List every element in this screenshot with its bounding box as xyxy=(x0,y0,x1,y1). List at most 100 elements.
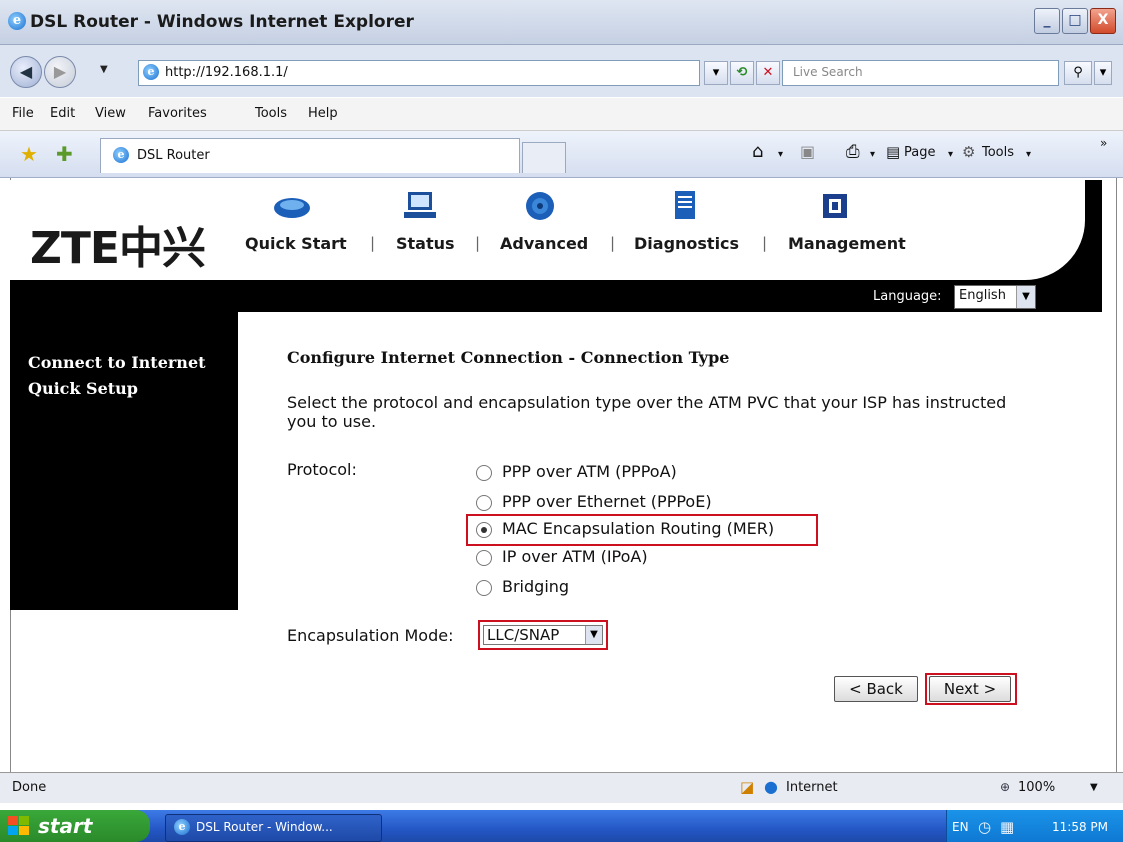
nav-separator: | xyxy=(475,234,481,252)
management-icon[interactable] xyxy=(815,188,855,224)
next-button[interactable]: Next > xyxy=(929,676,1011,702)
close-button[interactable]: X xyxy=(1090,8,1116,34)
windows-logo-icon xyxy=(8,816,30,836)
tools-menu[interactable]: Tools xyxy=(982,145,1014,160)
address-field[interactable]: e http://192.168.1.1/ xyxy=(138,60,700,86)
status-bar xyxy=(0,772,1123,803)
status-text: Done xyxy=(12,780,47,795)
new-tab-button[interactable] xyxy=(522,142,566,173)
zoom-icon: ⊕ xyxy=(1000,780,1011,794)
nav-management[interactable]: Management xyxy=(788,234,906,253)
zoom-level[interactable]: 100% xyxy=(1018,780,1055,795)
nav-diagnostics[interactable]: Diagnostics xyxy=(634,234,739,253)
radio-pppoe-label[interactable]: PPP over Ethernet (PPPoE) xyxy=(502,492,712,511)
quick-start-icon[interactable] xyxy=(272,188,312,224)
window-title: DSL Router - Windows Internet Explorer xyxy=(30,12,414,32)
tab-title: DSL Router xyxy=(137,148,210,163)
home-icon[interactable]: ⌂ xyxy=(752,141,763,162)
zte-logo: ZTE中兴 xyxy=(30,223,206,274)
radio-bridging-label[interactable]: Bridging xyxy=(502,577,569,596)
taskbar-item-ie[interactable]: e DSL Router - Window... xyxy=(165,814,382,842)
diagnostics-icon[interactable] xyxy=(665,188,705,224)
language-label: Language: xyxy=(873,289,942,304)
page-description: Select the protocol and encapsulation ty… xyxy=(287,393,1007,431)
radio-bridging[interactable] xyxy=(476,580,492,596)
encapsulation-label: Encapsulation Mode: xyxy=(287,626,454,645)
chevron-down-icon[interactable]: ▼ xyxy=(1016,286,1035,308)
ie-icon: e xyxy=(174,819,190,835)
security-zone: Internet xyxy=(786,780,838,795)
menu-favorites[interactable]: Favorites xyxy=(148,106,207,121)
search-icon[interactable]: ⚲ xyxy=(1064,61,1092,85)
favorites-star-icon[interactable]: ★ xyxy=(20,142,38,166)
menu-help[interactable]: Help xyxy=(308,106,338,121)
print-icon[interactable]: ⎙ xyxy=(846,142,860,162)
page-menu[interactable]: Page xyxy=(904,145,935,160)
nav-separator: | xyxy=(610,234,616,252)
tab-dsl-router[interactable]: e DSL Router xyxy=(100,138,520,173)
search-placeholder: Live Search xyxy=(793,65,863,79)
nav-separator: | xyxy=(762,234,768,252)
page-dropdown-icon[interactable]: ▾ xyxy=(948,149,953,160)
title-bar: e DSL Router - Windows Internet Explorer… xyxy=(0,0,1123,45)
nav-status[interactable]: Status xyxy=(396,234,455,253)
protected-mode-icon: ◪ xyxy=(740,778,755,796)
maximize-button[interactable]: □ xyxy=(1062,8,1088,34)
language-indicator[interactable]: EN xyxy=(952,820,969,834)
start-label: start xyxy=(38,814,93,838)
encapsulation-highlight-box: LLC/SNAP ▼ xyxy=(478,620,608,650)
page-title: Configure Internet Connection - Connecti… xyxy=(287,348,730,367)
globe-icon: ● xyxy=(764,777,778,796)
clock-time: 11:58 PM xyxy=(1052,820,1108,834)
radio-pppoe[interactable] xyxy=(476,495,492,511)
radio-mer-label[interactable]: MAC Encapsulation Routing (MER) xyxy=(502,519,774,538)
language-value: English xyxy=(959,288,1006,303)
search-input[interactable]: Live Search xyxy=(782,60,1059,86)
url-text: http://192.168.1.1/ xyxy=(165,65,288,80)
minimize-button[interactable]: _ xyxy=(1034,8,1060,34)
nav-advanced[interactable]: Advanced xyxy=(500,234,588,253)
radio-ipoa-label[interactable]: IP over ATM (IPoA) xyxy=(502,547,648,566)
toolbar-overflow-icon[interactable]: » xyxy=(1100,136,1107,150)
back-nav-button[interactable]: ◀ xyxy=(10,56,42,88)
clock-icon[interactable]: ◷ xyxy=(978,818,991,836)
network-icon[interactable]: ▦ xyxy=(1000,818,1014,836)
ie-icon: e xyxy=(8,12,26,30)
sidebar-link-quick-setup[interactable]: Connect to Internet Quick Setup xyxy=(28,350,228,402)
zoom-dropdown-icon[interactable]: ▼ xyxy=(1090,782,1098,793)
taskbar-item-label: DSL Router - Window... xyxy=(196,820,333,834)
menu-tools[interactable]: Tools xyxy=(255,106,287,121)
stop-icon[interactable]: ✕ xyxy=(756,61,780,85)
advanced-icon[interactable] xyxy=(520,188,560,224)
protocol-label: Protocol: xyxy=(287,460,357,479)
feeds-icon[interactable]: ▣ xyxy=(800,142,815,161)
radio-pppoa-label[interactable]: PPP over ATM (PPPoA) xyxy=(502,462,677,481)
status-icon[interactable] xyxy=(400,188,440,224)
menu-edit[interactable]: Edit xyxy=(50,106,75,121)
chevron-down-icon[interactable]: ▼ xyxy=(585,626,602,644)
menu-view[interactable]: View xyxy=(95,106,126,121)
nav-separator: | xyxy=(370,234,376,252)
address-dropdown-button[interactable]: ▾ xyxy=(704,61,728,85)
forward-nav-button[interactable]: ▶ xyxy=(44,56,76,88)
print-dropdown-icon[interactable]: ▾ xyxy=(870,149,875,160)
radio-selected-dot xyxy=(481,527,487,533)
home-dropdown-icon[interactable]: ▾ xyxy=(778,149,783,160)
tools-dropdown-icon[interactable]: ▾ xyxy=(1026,149,1031,160)
language-select[interactable]: English ▼ xyxy=(954,285,1036,309)
radio-mer[interactable] xyxy=(476,522,492,538)
history-dropdown-icon[interactable]: ▼ xyxy=(100,64,108,75)
back-button[interactable]: < Back xyxy=(834,676,918,702)
menu-file[interactable]: File xyxy=(12,106,34,121)
search-options-icon[interactable]: ▾ xyxy=(1094,61,1112,85)
tab-page-icon: e xyxy=(113,147,129,163)
refresh-icon[interactable]: ⟲ xyxy=(730,61,754,85)
tools-gear-icon: ⚙ xyxy=(962,143,976,161)
start-button[interactable]: start xyxy=(0,810,150,842)
page-icon-toolbar: ▤ xyxy=(886,143,901,161)
encapsulation-select[interactable]: LLC/SNAP ▼ xyxy=(483,625,603,645)
add-favorites-icon[interactable]: ✚ xyxy=(56,142,73,166)
nav-quick-start[interactable]: Quick Start xyxy=(245,234,347,253)
radio-pppoa[interactable] xyxy=(476,465,492,481)
radio-ipoa[interactable] xyxy=(476,550,492,566)
